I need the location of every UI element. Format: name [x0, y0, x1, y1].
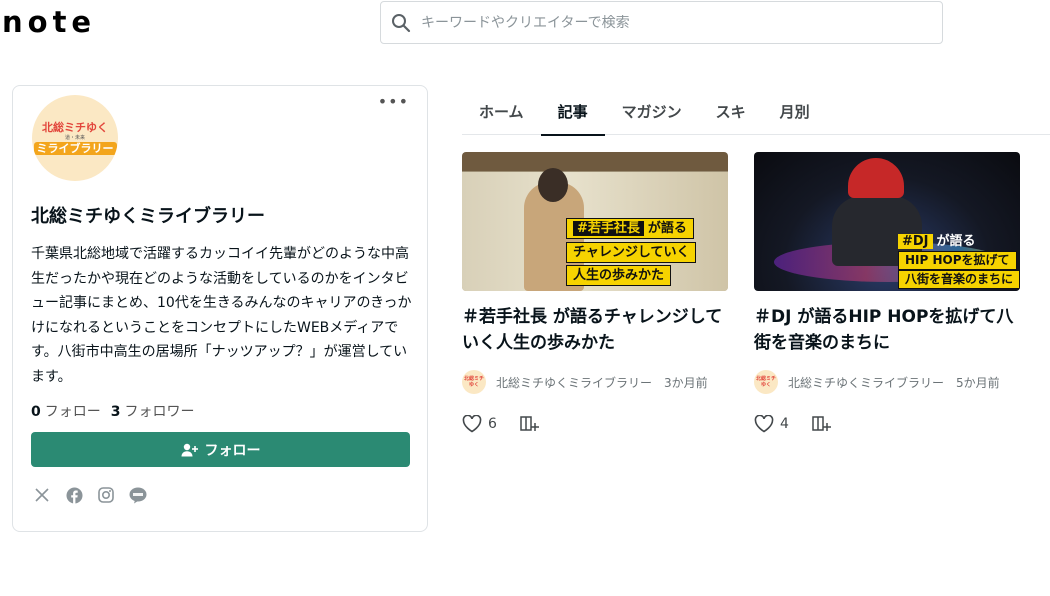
article-card: #DJ が語る HIP HOPを拡げて 八街を音楽のまちに ＃DJ が語るHIP …	[754, 152, 1020, 434]
tab-likes[interactable]: スキ	[699, 88, 763, 135]
author-avatar-text: 北総ミチゆく	[463, 376, 484, 388]
following-link[interactable]: 0 フォロー	[31, 401, 101, 421]
avatar[interactable]: 北総ミチゆく 道・未来 ミライブラリー	[32, 95, 118, 181]
profile-name: 北総ミチゆくミライブラリー	[31, 206, 265, 227]
article-actions: 4	[754, 414, 1020, 434]
thumb-label-suffix: が語る	[936, 234, 976, 249]
heart-icon[interactable]	[462, 414, 482, 434]
heart-icon[interactable]	[754, 414, 774, 434]
article-thumbnail[interactable]: #若手社長 が語る チャレンジしていく 人生の歩みかた	[462, 152, 728, 291]
add-to-magazine-icon[interactable]	[519, 414, 539, 434]
follower-count: 3	[110, 404, 121, 420]
article-title[interactable]: ＃若手社長 が語るチャレンジしていく人生の歩みかた	[462, 304, 728, 356]
thumb-label: チャレンジしていく	[566, 242, 697, 263]
author-avatar[interactable]: 北総ミチゆく	[754, 370, 778, 394]
tab-monthly[interactable]: 月別	[763, 88, 827, 135]
article-actions: 6	[462, 414, 728, 434]
following-label: フォロー	[44, 404, 101, 420]
article-meta: 北総ミチゆく 北総ミチゆくミライブラリー 3か月前	[462, 370, 728, 394]
article-author[interactable]: 北総ミチゆくミライブラリー	[788, 374, 944, 391]
thumb-label-tag: #若手社長	[573, 221, 644, 236]
avatar-text-line3: ミライブラリー	[33, 142, 117, 155]
note-logo[interactable]: note	[2, 6, 96, 38]
profile-description: 千葉県北総地域で活躍するカッコイイ先輩がどのような中高生だったかや現在どのような…	[31, 246, 412, 385]
instagram-icon[interactable]	[97, 486, 115, 504]
line-icon[interactable]	[129, 486, 147, 504]
article-time: 5か月前	[956, 375, 1000, 390]
search-input[interactable]	[421, 14, 921, 31]
note-profile-page: note 北総ミチゆく 道・未来 ミライブラリー ••• 北総ミチゆくミライブラ…	[0, 0, 1050, 596]
thumb-label: HIP HOPを拡げて	[898, 251, 1017, 270]
tab-articles[interactable]: 記事	[540, 88, 605, 136]
avatar-text-line2: 道・未来	[64, 135, 85, 141]
thumb-label-suffix: が語る	[647, 221, 687, 236]
facebook-icon[interactable]	[65, 486, 83, 504]
thumb-label: #若手社長 が語る	[566, 218, 694, 239]
thumb-person-hat	[848, 158, 904, 198]
follow-button[interactable]: フォロー	[31, 432, 410, 467]
followers-link[interactable]: 3 フォロワー	[111, 401, 195, 421]
social-links	[33, 486, 147, 504]
follow-stats: 0 フォロー 3 フォロワー	[31, 401, 195, 421]
follower-label: フォロワー	[124, 404, 195, 420]
follow-button-label: フォロー	[204, 442, 261, 459]
tab-magazines[interactable]: マガジン	[605, 88, 699, 135]
search-bar[interactable]	[380, 1, 943, 44]
profile-card: 北総ミチゆく 道・未来 ミライブラリー ••• 北総ミチゆくミライブラリー 千葉…	[12, 85, 428, 532]
author-avatar-text: 北総ミチゆく	[755, 376, 776, 388]
following-count: 0	[31, 404, 41, 420]
article-author[interactable]: 北総ミチゆくミライブラリー	[496, 374, 652, 391]
article-thumbnail[interactable]: #DJ が語る HIP HOPを拡げて 八街を音楽のまちに	[754, 152, 1020, 291]
like-count: 4	[780, 416, 789, 432]
more-options-button[interactable]: •••	[378, 94, 409, 110]
user-plus-icon	[181, 443, 198, 456]
thumb-label: #DJ が語る	[898, 232, 976, 251]
profile-tabs: ホーム 記事 マガジン スキ 月別	[462, 88, 1050, 136]
article-meta: 北総ミチゆく 北総ミチゆくミライブラリー 5か月前	[754, 370, 1020, 394]
article-card: #若手社長 が語る チャレンジしていく 人生の歩みかた ＃若手社長 が語るチャレン…	[462, 152, 728, 434]
like-count: 6	[488, 416, 497, 432]
search-icon	[392, 13, 411, 32]
thumb-label-tag: #DJ	[898, 234, 933, 249]
add-to-magazine-icon[interactable]	[811, 414, 831, 434]
article-title[interactable]: ＃DJ が語るHIP HOPを拡げて八街を音楽のまちに	[754, 304, 1020, 356]
x-icon[interactable]	[33, 486, 51, 504]
article-time: 3か月前	[664, 375, 708, 390]
tab-home[interactable]: ホーム	[462, 88, 541, 135]
thumb-label: 八街を音楽のまちに	[898, 270, 1020, 289]
author-avatar[interactable]: 北総ミチゆく	[462, 370, 486, 394]
avatar-text-line1: 北総ミチゆく	[42, 121, 108, 134]
thumb-person-head	[538, 168, 568, 202]
thumb-label: 人生の歩みかた	[566, 265, 672, 286]
